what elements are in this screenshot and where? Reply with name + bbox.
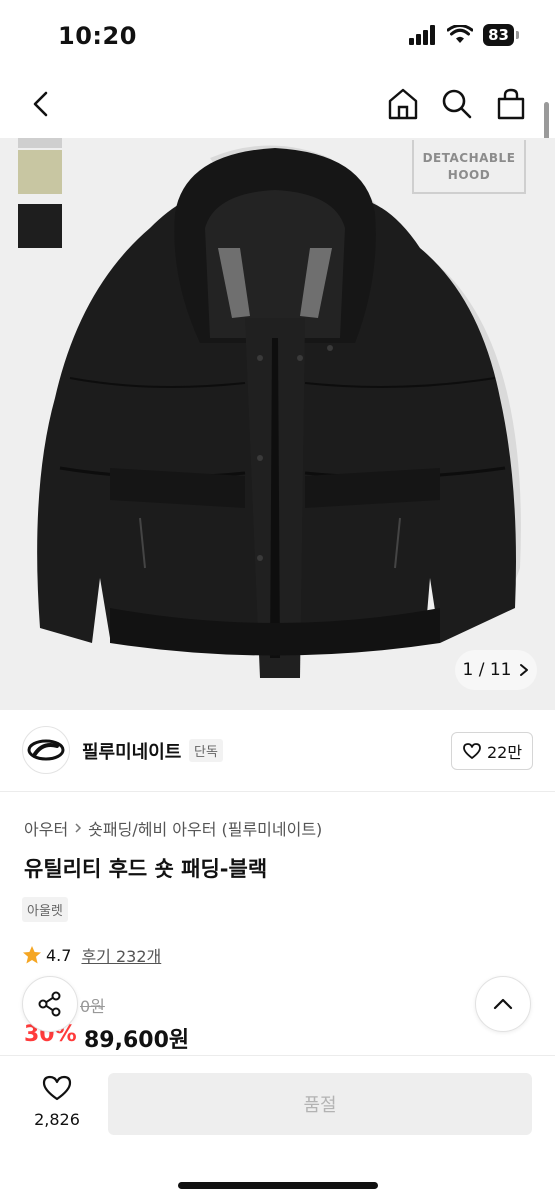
breadcrumb-item[interactable]: 아우터 (24, 816, 68, 840)
search-button[interactable] (441, 86, 473, 122)
back-button[interactable] (24, 86, 60, 122)
product-image-carousel[interactable]: DETACHABLE HOOD 1 / 11 (0, 138, 555, 710)
chevron-left-icon (33, 91, 48, 117)
battery-icon: 83 (483, 24, 519, 46)
cart-button[interactable] (495, 86, 527, 122)
soldout-button[interactable]: 품절 (108, 1073, 532, 1135)
rating-row: 4.7 후기 232개 (22, 943, 161, 967)
star-icon (23, 946, 41, 964)
battery-level: 83 (483, 24, 514, 46)
heart-icon (463, 743, 481, 759)
home-button[interactable] (387, 86, 419, 122)
heart-icon (42, 1075, 72, 1101)
share-button[interactable] (22, 976, 78, 1032)
shopping-bag-icon (497, 88, 525, 120)
product-jacket-image (37, 145, 521, 678)
brand-row: 필루미네이트 단독 22만 (0, 712, 555, 792)
exclusive-badge: 단독 (189, 739, 223, 762)
search-icon (442, 89, 472, 119)
brand-name[interactable]: 필루미네이트 (82, 738, 181, 764)
wish-count: 2,826 (34, 1110, 80, 1129)
share-icon (38, 991, 61, 1017)
image-counter-text: 1 / 11 (462, 660, 512, 680)
breadcrumb: 아우터 숏패딩/헤비 아우터 (필루미네이트) (24, 816, 322, 840)
brand-logo-mark (27, 739, 65, 761)
image-counter[interactable]: 1 / 11 (455, 650, 537, 690)
status-icons: 83 (409, 24, 519, 46)
scroll-top-button[interactable] (475, 976, 531, 1032)
signal-icon (409, 25, 436, 45)
status-time: 10:20 (58, 22, 137, 50)
wifi-icon (447, 25, 474, 43)
breadcrumb-item[interactable]: 숏패딩/헤비 아우터 (필루미네이트) (88, 816, 322, 840)
sale-price: 89,600원 (84, 1028, 190, 1053)
home-icon (388, 88, 418, 120)
chevron-right-icon (75, 823, 82, 833)
brand-like-count: 22만 (486, 743, 523, 762)
nav-bar (0, 72, 555, 138)
chevron-up-icon (493, 998, 513, 1010)
rating-value: 4.7 (46, 945, 72, 965)
product-title: 유틸리티 후드 숏 패딩-블랙 (24, 857, 268, 881)
review-link[interactable]: 후기 232개 (81, 943, 161, 967)
home-indicator (178, 1182, 378, 1189)
wish-button[interactable]: 2,826 (28, 1074, 86, 1129)
original-price: 0원 (80, 997, 105, 1016)
status-bar: 10:20 83 (0, 0, 555, 72)
bottom-action-bar: 2,826 품절 (0, 1055, 555, 1200)
brand-logo[interactable] (22, 726, 70, 774)
chevron-right-icon (520, 664, 529, 676)
brand-like-button[interactable]: 22만 (451, 732, 533, 770)
outlet-tag: 아울렛 (22, 897, 68, 922)
